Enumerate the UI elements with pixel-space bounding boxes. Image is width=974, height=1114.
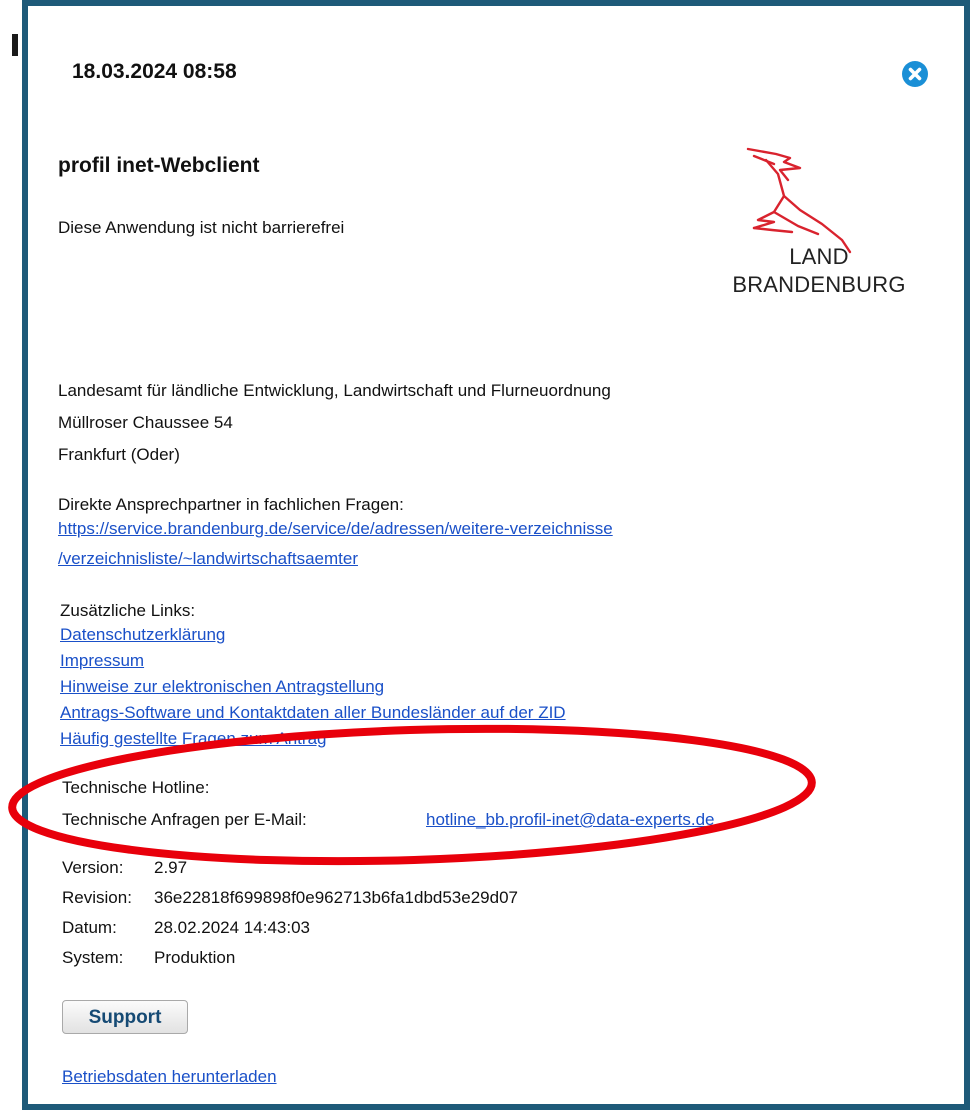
eagle-icon bbox=[746, 147, 852, 254]
version-key: Version: bbox=[62, 858, 124, 877]
close-button[interactable] bbox=[902, 61, 928, 87]
revision-value: 36e22818f699898f0e962713b6fa1dbd53e29d07 bbox=[154, 888, 518, 907]
revision-row: Revision: 36e22818f699898f0e962713b6fa1db… bbox=[62, 888, 518, 908]
version-row: Version: 2.97 bbox=[62, 858, 187, 878]
dialog-timestamp: 18.03.2024 08:58 bbox=[72, 60, 237, 83]
revision-key: Revision: bbox=[62, 888, 132, 907]
contacts-link-line2[interactable]: /verzeichnisliste/~landwirtschaftsaemter bbox=[58, 548, 358, 570]
version-value: 2.97 bbox=[154, 858, 188, 877]
address-org: Landesamt für ländliche Entwicklung, Lan… bbox=[58, 381, 611, 400]
about-dialog: 18.03.2024 08:58 profil inet-Webclient D… bbox=[22, 0, 970, 1110]
system-row: System: Produktion bbox=[62, 948, 235, 968]
download-operating-data-link[interactable]: Betriebsdaten herunterladen bbox=[62, 1066, 277, 1088]
background-window-mark bbox=[12, 34, 18, 56]
link-faq[interactable]: Häufig gestellte Fragen zum Antrag bbox=[60, 728, 326, 750]
app-title: profil inet-Webclient bbox=[58, 154, 260, 177]
support-button[interactable]: Support bbox=[62, 1000, 188, 1034]
accessibility-notice: Diese Anwendung ist nicht barrierefrei bbox=[58, 218, 345, 237]
contacts-label: Direkte Ansprechpartner in fachlichen Fr… bbox=[58, 495, 404, 514]
hotline-email-label: Technische Anfragen per E-Mail: bbox=[62, 810, 307, 829]
logo-text-brandenburg: BRANDENBURG bbox=[732, 272, 906, 297]
link-datenschutz[interactable]: Datenschutzerklärung bbox=[60, 624, 225, 646]
system-key: System: bbox=[62, 948, 124, 967]
date-row: Datum: 28.02.2024 14:43:03 bbox=[62, 918, 310, 938]
link-antrags-software[interactable]: Antrags-Software und Kontaktdaten aller … bbox=[60, 702, 566, 724]
system-value: Produktion bbox=[154, 948, 236, 967]
date-value: 28.02.2024 14:43:03 bbox=[154, 918, 310, 937]
link-impressum[interactable]: Impressum bbox=[60, 650, 144, 672]
address-street: Müllroser Chaussee 54 bbox=[58, 413, 233, 432]
hotline-email-link[interactable]: hotline_bb.profil-inet@data-experts.de bbox=[426, 809, 715, 831]
contacts-link-line1[interactable]: https://service.brandenburg.de/service/d… bbox=[58, 518, 613, 540]
link-hinweise[interactable]: Hinweise zur elektronischen Antragstellu… bbox=[60, 676, 384, 698]
hotline-label: Technische Hotline: bbox=[62, 778, 210, 797]
address-city: Frankfurt (Oder) bbox=[58, 445, 180, 464]
date-key: Datum: bbox=[62, 918, 117, 937]
land-brandenburg-logo: LAND BRANDENBURG bbox=[714, 146, 924, 306]
close-circle-icon bbox=[908, 67, 922, 81]
logo-text-land: LAND bbox=[789, 244, 849, 269]
background-window-edge bbox=[0, 0, 22, 1114]
links-label: Zusätzliche Links: bbox=[60, 601, 196, 620]
